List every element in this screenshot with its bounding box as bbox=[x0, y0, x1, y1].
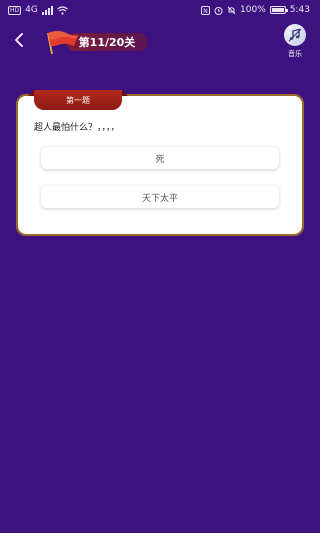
question-card: 第一题 超人最怕什么？，，，， 死 天下太平 bbox=[16, 90, 304, 236]
wifi-icon bbox=[56, 5, 68, 15]
nfc-icon: N bbox=[201, 5, 211, 15]
status-bar: HD 4G N 100% 5:43 bbox=[0, 0, 320, 20]
battery-percent: 100% bbox=[240, 5, 266, 15]
question-text: 超人最怕什么？，，，， bbox=[34, 123, 120, 133]
red-flag-icon bbox=[47, 31, 78, 55]
signal-icon bbox=[41, 5, 53, 15]
music-icon-circle bbox=[284, 24, 306, 46]
level-banner: 第11/20关 bbox=[42, 29, 152, 55]
back-button[interactable] bbox=[10, 31, 28, 49]
music-note-icon bbox=[288, 28, 302, 42]
battery-icon bbox=[269, 6, 288, 14]
status-left: HD 4G bbox=[8, 5, 68, 15]
answer-option[interactable]: 天下太平 bbox=[41, 186, 279, 208]
music-label: 音乐 bbox=[288, 50, 302, 58]
answer-option[interactable]: 死 bbox=[41, 147, 279, 169]
alarm-icon bbox=[214, 6, 223, 15]
network-type: 4G bbox=[25, 5, 38, 15]
svg-text:N: N bbox=[203, 7, 208, 14]
chevron-left-icon bbox=[15, 33, 23, 47]
status-time: 5:43 bbox=[289, 5, 310, 15]
status-right: N 100% 5:43 bbox=[201, 5, 310, 15]
hd-badge: HD bbox=[8, 5, 22, 15]
question-number-tab: 第一题 bbox=[34, 90, 122, 110]
mute-icon bbox=[227, 6, 236, 14]
music-button[interactable]: 音乐 bbox=[280, 24, 310, 60]
